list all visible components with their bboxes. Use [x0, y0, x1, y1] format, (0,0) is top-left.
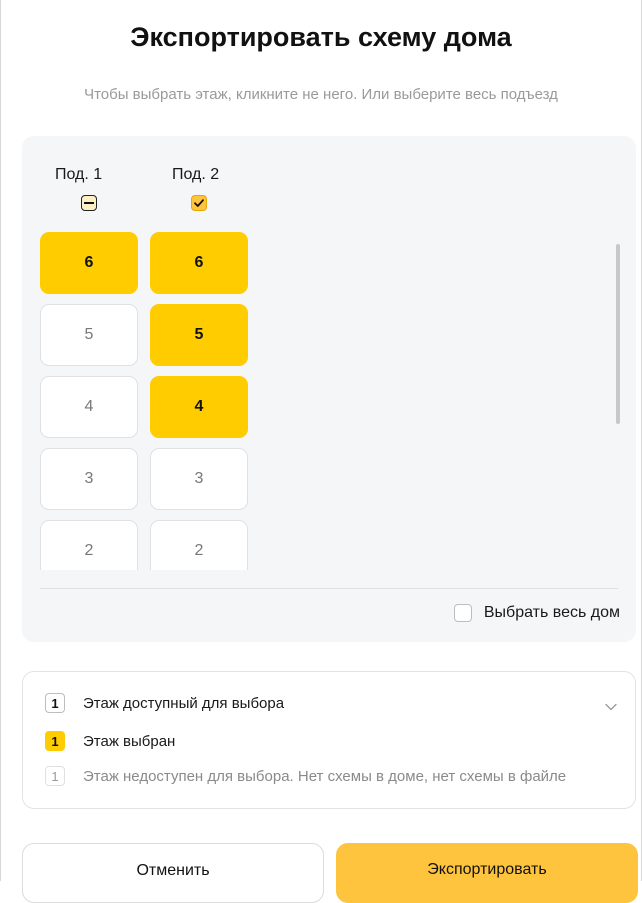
- floor-cell[interactable]: 4: [40, 376, 138, 438]
- cancel-button[interactable]: Отменить: [22, 843, 324, 903]
- legend-item-selected: 1 Этаж выбран: [45, 731, 175, 751]
- divider: [40, 588, 618, 589]
- select-whole-house[interactable]: Выбрать весь дом: [453, 604, 620, 622]
- dialog-subtitle: Чтобы выбрать этаж, кликните не него. Ил…: [84, 86, 558, 103]
- scrollbar-thumb[interactable]: [616, 244, 620, 424]
- floors-scroll-area[interactable]: 6 5 4 3 2 6 5 4 3 2: [40, 232, 610, 570]
- entrance-1-label: Под. 1: [55, 166, 103, 183]
- select-whole-house-label: Выбрать весь дом: [483, 604, 620, 621]
- entrance-2-checkbox[interactable]: [191, 195, 207, 211]
- floor-cell[interactable]: 2: [150, 520, 248, 570]
- entrance-2-label: Под. 2: [172, 166, 220, 183]
- floor-cell[interactable]: 5: [40, 304, 138, 366]
- dialog-title: Экспортировать схему дома: [130, 22, 512, 52]
- legend-text: Этаж недоступен для выбора. Нет схемы в …: [83, 767, 567, 785]
- legend-item-unavailable: 1 Этаж недоступен для выбора. Нет схемы …: [45, 766, 566, 786]
- floor-cell[interactable]: 5: [150, 304, 248, 366]
- legend-panel: 1 Этаж доступный для выбора 1 Этаж выбра…: [22, 671, 636, 809]
- house-scheme-panel: Под. 1 Под. 2 6 5 4 3 2 6 5 4 3 2 Выбрат…: [22, 136, 636, 642]
- checkmark-icon: [194, 199, 204, 207]
- floor-cell[interactable]: 4: [150, 376, 248, 438]
- chevron-down-icon[interactable]: [605, 698, 617, 716]
- legend-badge: 1: [45, 693, 65, 713]
- floor-cell[interactable]: 3: [40, 448, 138, 510]
- legend-text: Этаж выбран: [83, 732, 176, 750]
- floor-cell[interactable]: 6: [150, 232, 248, 294]
- export-button[interactable]: Экспортировать: [336, 843, 638, 903]
- legend-badge: 1: [45, 766, 65, 786]
- legend-text: Этаж доступный для выбора: [83, 694, 285, 712]
- frame-border: [0, 0, 1, 881]
- floor-cell[interactable]: 2: [40, 520, 138, 570]
- legend-badge: 1: [45, 731, 65, 751]
- floor-cell[interactable]: 6: [40, 232, 138, 294]
- legend-item-available: 1 Этаж доступный для выбора: [45, 693, 284, 713]
- select-whole-house-checkbox[interactable]: [453, 604, 472, 622]
- entrance-1-checkbox[interactable]: [81, 195, 97, 211]
- floor-cell[interactable]: 3: [150, 448, 248, 510]
